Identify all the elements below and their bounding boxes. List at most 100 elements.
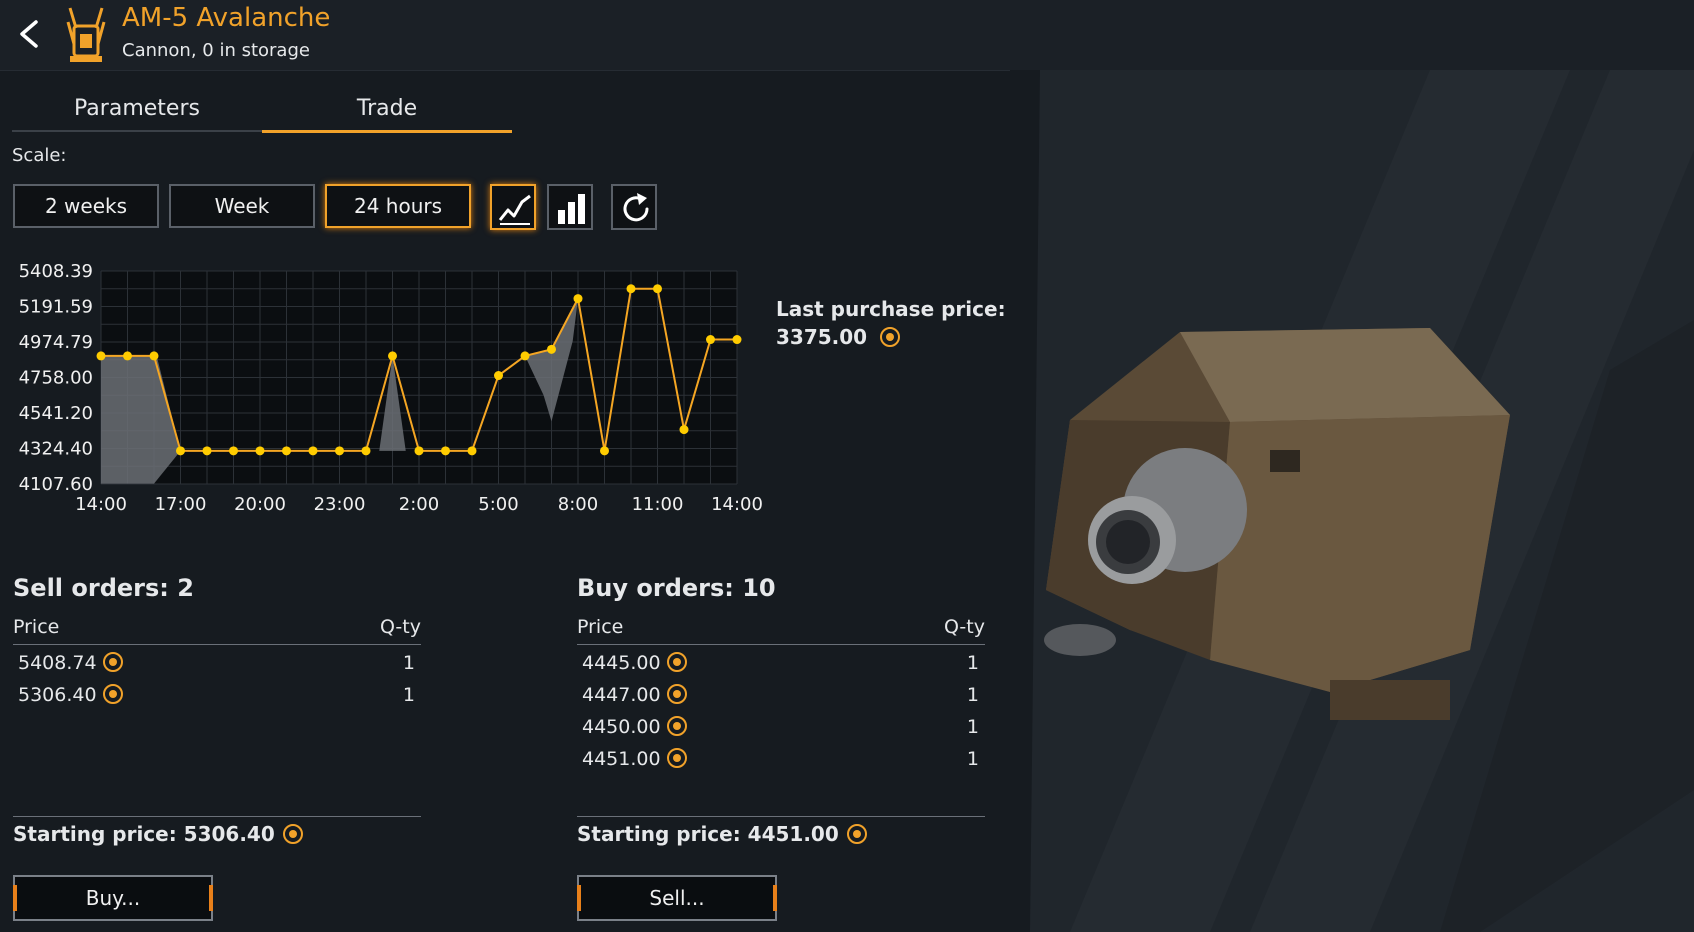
- order-qty: 1: [966, 716, 979, 738]
- y-tick-label: 4974.79: [19, 332, 93, 353]
- y-tick-label: 4758.00: [19, 367, 93, 388]
- tab-bar: Parameters Trade: [12, 88, 512, 133]
- buy-button[interactable]: Buy...: [13, 875, 213, 921]
- buy-order-row[interactable]: 4451.00 1: [577, 748, 985, 778]
- coin-icon: [880, 327, 901, 347]
- order-qty: 1: [966, 652, 979, 674]
- sell-order-row[interactable]: 5306.40 1: [13, 684, 421, 714]
- item-preview-image: [1010, 70, 1694, 932]
- price-point: [308, 446, 318, 456]
- buy-starting-price: Starting price: 4451.00: [577, 822, 867, 846]
- price-point: [600, 446, 609, 456]
- x-tick-label: 5:00: [478, 494, 518, 515]
- last-purchase-price: 3375.00: [776, 325, 901, 349]
- header-bar: AM-5 Avalanche Cannon, 0 in storage: [0, 0, 1694, 71]
- order-qty: 1: [966, 684, 979, 706]
- coin-icon: [102, 652, 123, 672]
- sell-order-row[interactable]: 5408.74 1: [13, 652, 421, 682]
- buy-orders-divider: [577, 816, 985, 817]
- cannon-icon: [60, 4, 112, 66]
- buy-orders-title: Buy orders: 10: [577, 574, 776, 602]
- refresh-icon: [623, 193, 649, 222]
- line-chart-mode-button[interactable]: [490, 184, 536, 230]
- coin-icon: [102, 684, 123, 704]
- price-point: [335, 446, 344, 456]
- x-tick-label: 8:00: [558, 494, 598, 515]
- x-tick-label: 17:00: [155, 494, 207, 515]
- buy-qty-header: Q-ty: [943, 616, 985, 638]
- price-point: [520, 351, 530, 361]
- bar-chart-mode-button[interactable]: [547, 184, 593, 230]
- price-chart: 4107.60 4324.40 4541.20 4758.00 4974.79 5191.…: [19, 261, 763, 515]
- buy-order-row[interactable]: 4447.00 1: [577, 684, 985, 714]
- price-point: [706, 335, 715, 345]
- x-tick-label: 14:00: [711, 494, 763, 515]
- line-chart-icon: [498, 194, 531, 225]
- coin-icon: [666, 652, 687, 672]
- price-point: [547, 344, 556, 354]
- coin-icon: [846, 824, 867, 844]
- price-point: [732, 335, 742, 345]
- order-qty: 1: [402, 684, 415, 706]
- order-price: 4447.00: [582, 684, 687, 706]
- sell-price-header: Price: [13, 616, 60, 638]
- scale-24-hours-button[interactable]: 24 hours: [325, 184, 471, 228]
- price-point: [626, 284, 636, 294]
- sell-orders-divider: [13, 816, 421, 817]
- price-point: [653, 284, 662, 294]
- y-tick-label: 4541.20: [19, 403, 93, 424]
- tab-parameters[interactable]: Parameters: [12, 88, 262, 132]
- order-price: 4451.00: [582, 748, 687, 770]
- item-preview-panel: [1010, 70, 1694, 932]
- coin-icon: [666, 748, 687, 768]
- back-button[interactable]: [10, 14, 46, 54]
- item-title: AM-5 Avalanche: [122, 3, 331, 33]
- last-purchase-value: 3375.00: [776, 325, 868, 349]
- price-point: [388, 351, 397, 361]
- price-point: [467, 446, 477, 456]
- x-tick-label: 20:00: [234, 494, 286, 515]
- price-point: [361, 446, 371, 456]
- coin-icon: [666, 684, 687, 704]
- y-tick-label: 5191.59: [19, 297, 93, 318]
- price-point: [96, 351, 106, 361]
- coin-icon: [666, 716, 687, 736]
- coin-icon: [282, 824, 303, 844]
- price-point: [282, 446, 291, 456]
- price-point: [414, 446, 424, 456]
- scale-label: Scale:: [12, 145, 67, 166]
- price-point: [573, 294, 583, 304]
- price-point: [229, 446, 238, 456]
- price-point: [176, 446, 185, 456]
- price-point: [202, 446, 212, 456]
- tab-trade[interactable]: Trade: [262, 88, 512, 133]
- buy-orders-header: Price Q-ty: [577, 616, 985, 645]
- price-point: [255, 446, 265, 456]
- x-tick-label: 11:00: [632, 494, 684, 515]
- price-point: [679, 425, 689, 435]
- price-point: [441, 446, 450, 456]
- y-tick-label: 4324.40: [19, 438, 93, 459]
- price-point: [123, 351, 132, 361]
- order-qty: 1: [402, 652, 415, 674]
- sell-orders-title: Sell orders: 2: [13, 574, 194, 602]
- buy-price-header: Price: [577, 616, 624, 638]
- scale-2-weeks-button[interactable]: 2 weeks: [13, 184, 159, 228]
- order-qty: 1: [966, 748, 979, 770]
- sell-qty-header: Q-ty: [379, 616, 421, 638]
- buy-order-row[interactable]: 4450.00 1: [577, 716, 985, 746]
- sell-button[interactable]: Sell...: [577, 875, 777, 921]
- y-tick-label: 5408.39: [19, 261, 93, 282]
- x-tick-label: 14:00: [75, 494, 127, 515]
- y-tick-label: 4107.60: [19, 474, 93, 495]
- chevron-left-icon: [20, 20, 38, 48]
- price-point: [149, 351, 159, 361]
- scale-week-button[interactable]: Week: [169, 184, 315, 228]
- last-purchase-label: Last purchase price:: [776, 297, 1006, 321]
- order-price: 4445.00: [582, 652, 687, 674]
- refresh-button[interactable]: [611, 184, 657, 230]
- order-price: 5306.40: [18, 684, 123, 706]
- buy-order-row[interactable]: 4445.00 1: [577, 652, 985, 682]
- x-tick-label: 2:00: [399, 494, 439, 515]
- item-subtitle: Cannon, 0 in storage: [122, 40, 310, 61]
